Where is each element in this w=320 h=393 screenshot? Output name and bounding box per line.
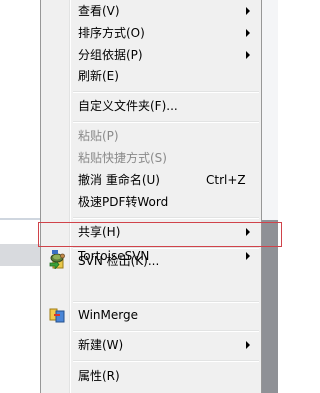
menu-item-winmerge[interactable]: WinMerge: [41, 304, 261, 326]
menu-item-paste: 粘贴(P): [41, 125, 261, 147]
submenu-arrow-icon: [246, 341, 250, 349]
menu-item-sort[interactable]: 排序方式(O): [41, 22, 261, 44]
menu-item-new[interactable]: 新建(W): [41, 334, 261, 356]
menu-item-label: TortoiseSVN: [78, 249, 150, 263]
background-strip: [0, 244, 40, 266]
menu-item-label: 排序方式(O): [78, 26, 145, 40]
menu-item-customize-folder[interactable]: 自定义文件夹(F)...: [41, 95, 261, 117]
menu-separator: [73, 217, 259, 219]
menu-item-label: 共享(H): [78, 225, 121, 239]
menu-item-label: 粘贴(P): [78, 129, 119, 143]
menu-item-share[interactable]: 共享(H): [41, 221, 261, 243]
menu-item-label: 撤消 重命名(U): [78, 173, 160, 187]
background-right-panel: [262, 0, 278, 220]
tortoisesvn-icon: [49, 248, 65, 264]
menu-item-pdf-to-word[interactable]: 极速PDF转Word: [41, 191, 261, 213]
menu-separator: [73, 360, 259, 362]
background-window: [0, 0, 40, 220]
menu-item-label: 新建(W): [78, 338, 124, 352]
menu-item-label: 粘贴快捷方式(S): [78, 151, 167, 165]
menu-item-label: 查看(V): [78, 4, 120, 18]
menu-item-refresh[interactable]: 刷新(E): [41, 65, 261, 87]
menu-item-shortcut: Ctrl+Z: [206, 173, 246, 187]
menu-item-group[interactable]: 分组依据(P): [41, 44, 261, 66]
menu-item-properties[interactable]: 属性(R): [41, 365, 261, 387]
submenu-arrow-icon: [246, 51, 250, 59]
menu-item-label: 分组依据(P): [78, 48, 143, 62]
menu-item-label: 刷新(E): [78, 69, 119, 83]
menu-separator: [73, 330, 259, 332]
submenu-arrow-icon: [246, 29, 250, 37]
menu-item-tortoisesvn[interactable]: TortoiseSVN: [41, 245, 261, 267]
menu-item-label: 自定义文件夹(F)...: [78, 99, 178, 113]
menu-item-label: 属性(R): [78, 369, 120, 383]
menu-item-label: WinMerge: [78, 308, 138, 322]
winmerge-icon: [49, 307, 65, 323]
menu-separator: [73, 91, 259, 93]
submenu-arrow-icon: [246, 228, 250, 236]
menu-separator: [73, 301, 259, 303]
context-menu: 查看(V) 排序方式(O) 分组依据(P) 刷新(E) 自定义文件夹(F)...…: [40, 0, 262, 393]
menu-separator: [73, 121, 259, 123]
background-right-shadow: [262, 220, 278, 393]
submenu-arrow-icon: [246, 7, 250, 15]
menu-item-label: 极速PDF转Word: [78, 195, 169, 209]
menu-item-view[interactable]: 查看(V): [41, 0, 261, 22]
menu-item-undo-rename[interactable]: 撤消 重命名(U) Ctrl+Z: [41, 169, 261, 191]
menu-item-paste-shortcut: 粘贴快捷方式(S): [41, 147, 261, 169]
submenu-arrow-icon: [246, 252, 250, 260]
